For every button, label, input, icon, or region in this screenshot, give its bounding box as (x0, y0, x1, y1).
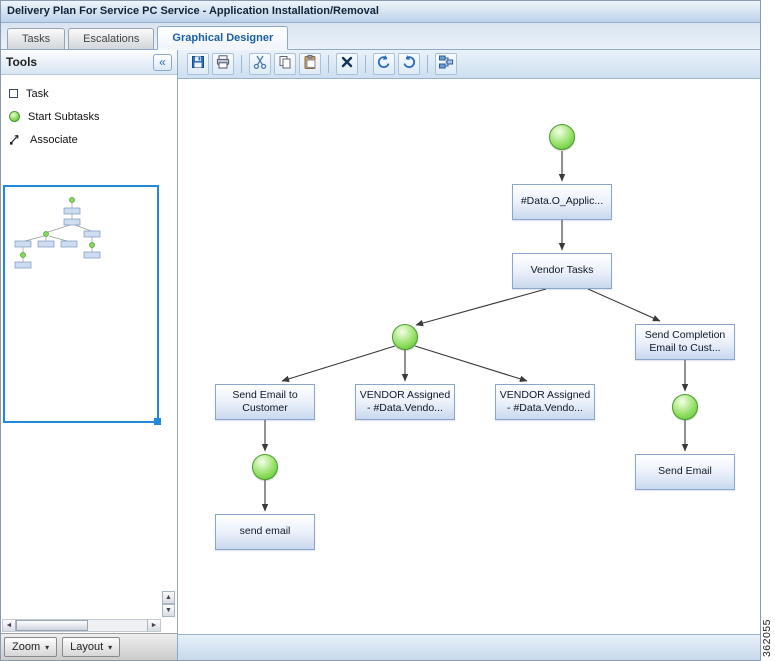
toolbar-separator (328, 55, 329, 73)
design-canvas[interactable]: #Data.O_Applic... Vendor Tasks Send Comp… (178, 79, 760, 634)
node-label: send email (239, 525, 291, 538)
tab-label: Graphical Designer (172, 32, 274, 44)
scroll-up-icon: ▲ (165, 594, 172, 601)
task-icon (9, 89, 18, 98)
page: Delivery Plan For Service PC Service - A… (0, 0, 775, 661)
flow-node-vendor-assigned-2[interactable]: VENDOR Assigned - #Data.Vendo... (495, 384, 595, 420)
node-label: #Data.O_Applic... (520, 195, 604, 208)
tool-associate[interactable]: Associate (9, 128, 177, 151)
window-titlebar: Delivery Plan For Service PC Service - A… (1, 1, 760, 23)
tab-graphical-designer[interactable]: Graphical Designer (157, 26, 289, 50)
tool-task[interactable]: Task (9, 82, 177, 105)
chevron-down-icon: ▾ (45, 642, 50, 652)
scroll-down-button[interactable]: ▼ (162, 604, 175, 617)
flow-node-vendor-tasks[interactable]: Vendor Tasks (512, 253, 612, 289)
flow-subtasks-circle[interactable] (672, 394, 698, 420)
tab-bar: Tasks Escalations Graphical Designer (1, 23, 760, 50)
flow-subtasks-circle[interactable] (252, 454, 278, 480)
tools-panel-title: Tools (6, 55, 38, 69)
tab-escalations[interactable]: Escalations (68, 28, 155, 49)
node-label: Send Email to Customer (232, 388, 298, 414)
cut-button[interactable] (249, 53, 271, 75)
tools-vertical-scrollbar[interactable]: ▲ ▼ (162, 591, 175, 617)
scroll-left-button[interactable]: ◄ (3, 620, 16, 631)
canvas-status-bar (178, 634, 760, 660)
tab-label: Tasks (22, 33, 51, 45)
copy-icon (277, 54, 293, 75)
print-icon (215, 54, 231, 75)
tool-label: Associate (30, 133, 78, 146)
minimap-preview (14, 197, 101, 269)
chevron-down-icon: ▾ (108, 642, 113, 652)
scroll-right-icon: ► (150, 622, 158, 629)
scrollbar-thumb[interactable] (16, 620, 89, 631)
flow-node-vendor-assigned-1[interactable]: VENDOR Assigned - #Data.Vendo... (355, 384, 455, 420)
tools-panel-header: Tools « (1, 50, 177, 75)
tool-label: Start Subtasks (28, 110, 100, 123)
canvas-column: #Data.O_Applic... Vendor Tasks Send Comp… (178, 50, 760, 660)
redo-button[interactable] (398, 53, 420, 75)
copy-button[interactable] (274, 53, 296, 75)
minimap[interactable] (3, 185, 161, 425)
collapse-panel-button[interactable]: « (153, 53, 172, 71)
redo-icon (401, 54, 417, 75)
cut-icon (252, 54, 268, 75)
minimap-resize-handle[interactable] (154, 418, 161, 425)
flow-node-send-email-lower[interactable]: send email (215, 514, 315, 550)
layout-button[interactable]: Layout ▾ (62, 637, 121, 657)
zoom-button-label: Zoom (12, 641, 41, 653)
node-label: Send Completion Email to Cust... (644, 328, 726, 354)
tab-label: Escalations (83, 33, 140, 45)
flow-node-send-completion-email[interactable]: Send Completion Email to Cust... (635, 324, 735, 360)
tool-list: Task Start Subtasks Associate (1, 75, 177, 155)
toolbar-separator (365, 55, 366, 73)
flow-node-send-email-right[interactable]: Send Email (635, 454, 735, 490)
save-icon (190, 54, 206, 75)
flow-node-data-application[interactable]: #Data.O_Applic... (512, 184, 612, 220)
associate-icon (9, 132, 22, 148)
designer-toolbar (178, 50, 760, 79)
zoom-button[interactable]: Zoom ▾ (4, 637, 58, 657)
node-label: VENDOR Assigned - #Data.Vendo... (359, 388, 451, 414)
tool-start-subtasks[interactable]: Start Subtasks (9, 105, 177, 128)
start-subtasks-icon (9, 111, 20, 122)
save-button[interactable] (187, 53, 209, 75)
delete-button[interactable] (336, 53, 358, 75)
undo-icon (376, 54, 392, 75)
figure-number: 362055 (761, 618, 773, 657)
node-label: VENDOR Assigned - #Data.Vendo... (499, 388, 591, 414)
auto-layout-icon (438, 54, 454, 75)
delivery-plan-window: Delivery Plan For Service PC Service - A… (0, 0, 761, 661)
scroll-up-button[interactable]: ▲ (162, 591, 175, 604)
tools-panel: Tools « Task Start Subtasks Associate ▲ … (1, 50, 178, 660)
delete-icon (339, 54, 355, 75)
flow-subtasks-circle[interactable] (392, 324, 418, 350)
tool-label: Task (26, 87, 49, 100)
paste-button[interactable] (299, 53, 321, 75)
tab-tasks[interactable]: Tasks (7, 28, 66, 49)
print-button[interactable] (212, 53, 234, 75)
main-area: Tools « Task Start Subtasks Associate ▲ … (1, 50, 760, 660)
scroll-right-button[interactable]: ► (147, 620, 160, 631)
node-label: Send Email (658, 465, 712, 478)
tools-horizontal-scrollbar[interactable]: ◄ ► (2, 619, 161, 632)
toolbar-separator (427, 55, 428, 73)
toolbar-separator (241, 55, 242, 73)
window-title: Delivery Plan For Service PC Service - A… (7, 5, 379, 17)
undo-button[interactable] (373, 53, 395, 75)
layout-button-label: Layout (70, 641, 104, 653)
scrollbar-track[interactable] (16, 620, 147, 631)
collapse-icon: « (159, 54, 166, 69)
flow-node-send-email-to-customer[interactable]: Send Email to Customer (215, 384, 315, 420)
node-label: Vendor Tasks (530, 264, 594, 277)
scroll-left-icon: ◄ (5, 622, 13, 629)
scroll-down-icon: ▼ (165, 607, 172, 614)
paste-icon (302, 54, 318, 75)
panel-bottom-bar: Zoom ▾ Layout ▾ (1, 633, 177, 660)
flow-start-circle[interactable] (549, 124, 575, 150)
auto-layout-button[interactable] (435, 53, 457, 75)
